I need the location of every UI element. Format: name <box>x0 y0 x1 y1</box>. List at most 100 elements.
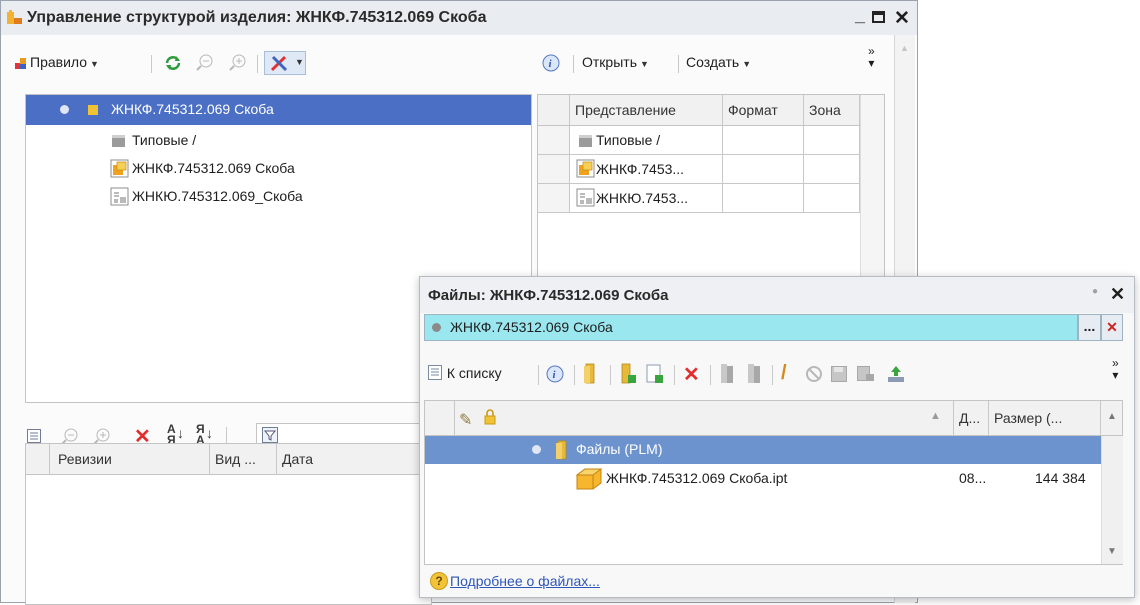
chevron-down-icon: ▼ <box>90 59 99 69</box>
tree-item-label: ЖНКФ.745312.069 Скоба <box>132 160 295 176</box>
part-folder-icon <box>88 105 98 115</box>
collapse-icon[interactable] <box>60 105 69 114</box>
rule-label: Правило <box>30 54 88 70</box>
column-header-revisions[interactable]: Ревизии <box>50 444 210 474</box>
lock-icon <box>484 409 496 425</box>
column-header-date[interactable]: Дата <box>277 444 431 474</box>
open-label: Открыть <box>582 54 637 70</box>
info-icon[interactable]: i <box>542 54 560 72</box>
copy-file-icon[interactable] <box>719 363 735 385</box>
main-window-title: Управление структурой изделия: ЖНКФ.7453… <box>27 9 487 26</box>
tree-root-row[interactable]: ЖНКФ.745312.069 Скоба <box>26 95 531 125</box>
scroll-down-icon[interactable]: ▼ <box>1107 546 1117 557</box>
select-object-button[interactable]: ... <box>1078 314 1101 341</box>
rule-icon <box>15 57 27 69</box>
folder-icon[interactable] <box>583 363 597 385</box>
files-table-scrollbar[interactable]: ▼ <box>1101 436 1123 564</box>
tree-row[interactable]: Типовые / <box>26 128 531 156</box>
add-folder-icon[interactable] <box>619 363 637 385</box>
drawing-document-icon <box>576 188 595 207</box>
list-settings-icon[interactable] <box>27 429 41 443</box>
format-cell <box>723 184 804 213</box>
file-row[interactable]: ЖНКФ.745312.069 Скоба.ipt 08... 144 384 <box>425 464 1101 494</box>
save-icon[interactable] <box>831 366 847 382</box>
info-icon[interactable]: i <box>546 365 564 383</box>
format-cell <box>723 126 804 155</box>
chevron-down-icon: ▼ <box>295 57 304 67</box>
add-file-icon[interactable] <box>646 364 664 384</box>
representation-cell: Типовые / <box>570 126 723 155</box>
tools-button[interactable]: ▼ <box>264 51 306 75</box>
representation-text: Типовые / <box>596 132 661 148</box>
object-field[interactable]: ЖНКФ.745312.069 Скоба <box>424 314 1078 341</box>
table-row[interactable]: ЖНКЮ.7453... <box>538 184 860 213</box>
standard-parts-icon <box>579 135 592 147</box>
tree-item-label: Типовые / <box>132 132 197 148</box>
tools-icon <box>270 55 288 72</box>
upload-icon[interactable] <box>885 363 907 385</box>
zoom-in-icon[interactable] <box>227 53 247 73</box>
zone-cell <box>804 155 860 184</box>
sort-arrow-down-icon: ↓ <box>177 425 184 441</box>
maximize-icon[interactable] <box>872 11 885 23</box>
close-icon[interactable]: ✕ <box>894 7 910 30</box>
table-row[interactable]: Типовые / <box>538 126 860 155</box>
more-actions-icon[interactable]: » ▾ <box>1112 357 1119 381</box>
file-size: 144 384 <box>1035 470 1086 486</box>
files-window: Файлы: ЖНКФ.745312.069 Скоба ● ✕ ЖНКФ.74… <box>419 276 1135 598</box>
column-header-size[interactable]: Размер (... <box>989 401 1101 435</box>
column-header-format[interactable]: Формат <box>723 95 804 125</box>
to-list-button[interactable]: К списку <box>428 365 502 381</box>
zone-cell <box>804 184 860 213</box>
tree-row[interactable]: ЖНКЮ.745312.069_Скоба <box>26 184 531 212</box>
files-title-bar: Файлы: ЖНКФ.745312.069 Скоба ● ✕ <box>420 277 1134 313</box>
open-button[interactable]: Открыть ▼ <box>582 54 649 70</box>
representation-text: ЖНКЮ.7453... <box>596 190 689 206</box>
row-marker <box>538 184 570 213</box>
refresh-icon[interactable] <box>164 54 182 72</box>
chevron-down-icon: ▼ <box>742 59 752 69</box>
right-toolbar: i Открыть ▼ Создать ▼ » ▾ <box>536 35 896 91</box>
minimize-icon[interactable]: _ <box>855 5 865 26</box>
files-footer: ? Подробнее о файлах... <box>420 567 1134 597</box>
column-header-representation[interactable]: Представление <box>570 95 723 125</box>
tree-root-label: ЖНКФ.745312.069 Скоба <box>111 101 274 117</box>
object-status-icon <box>432 323 441 332</box>
files-table-header: ✎ ▲ Д... Размер (... ▲ <box>425 401 1122 436</box>
format-cell <box>723 155 804 184</box>
file-date: 08... <box>959 470 987 486</box>
lock-file-icon[interactable] <box>857 366 875 382</box>
close-icon[interactable]: ✕ <box>1110 284 1125 305</box>
more-about-files-link[interactable]: Подробнее о файлах... <box>450 573 600 589</box>
main-title-bar: Управление структурой изделия: ЖНКФ.7453… <box>1 1 917 35</box>
collapse-icon[interactable] <box>532 445 541 454</box>
rule-button[interactable]: Правило ▼ <box>30 54 99 70</box>
create-button[interactable]: Создать ▼ <box>686 54 751 70</box>
revisions-table-header: Ревизии Вид ... Дата <box>26 444 431 475</box>
files-window-title: Файлы: ЖНКФ.745312.069 Скоба <box>428 287 669 304</box>
tree-item-label: ЖНКЮ.745312.069_Скоба <box>132 188 303 204</box>
table-row[interactable]: ЖНКФ.7453... <box>538 155 860 184</box>
scroll-up-icon[interactable]: ▲ <box>900 43 909 53</box>
cancel-icon[interactable] <box>805 365 823 383</box>
paste-file-icon[interactable] <box>746 363 762 385</box>
delete-icon[interactable]: ✕ <box>683 362 700 387</box>
help-icon: ? <box>430 572 448 590</box>
representation-cell: ЖНКЮ.7453... <box>570 184 723 213</box>
scroll-up-icon[interactable]: ▲ <box>1107 411 1117 422</box>
pin-icon[interactable]: ● <box>1092 286 1098 297</box>
column-header-kind[interactable]: Вид ... <box>210 444 277 474</box>
column-header-date[interactable]: Д... <box>953 401 989 435</box>
zoom-out-icon[interactable] <box>194 53 214 73</box>
edit-icon[interactable]: / <box>781 362 787 385</box>
object-field-value: ЖНКФ.745312.069 Скоба <box>450 319 613 335</box>
clear-object-button[interactable]: ✕ <box>1101 314 1123 341</box>
documents-table-header: Представление Формат Зона <box>538 95 884 126</box>
sort-indicator-icon: ▲ <box>930 410 941 422</box>
tree-row[interactable]: ЖНКФ.745312.069 Скоба <box>26 156 531 184</box>
more-actions-icon[interactable]: » ▾ <box>868 45 875 69</box>
column-header-zone[interactable]: Зона <box>804 95 860 125</box>
group-row[interactable]: Файлы (PLM) <box>425 436 1101 464</box>
list-icon <box>428 365 442 380</box>
create-label: Создать <box>686 54 740 70</box>
